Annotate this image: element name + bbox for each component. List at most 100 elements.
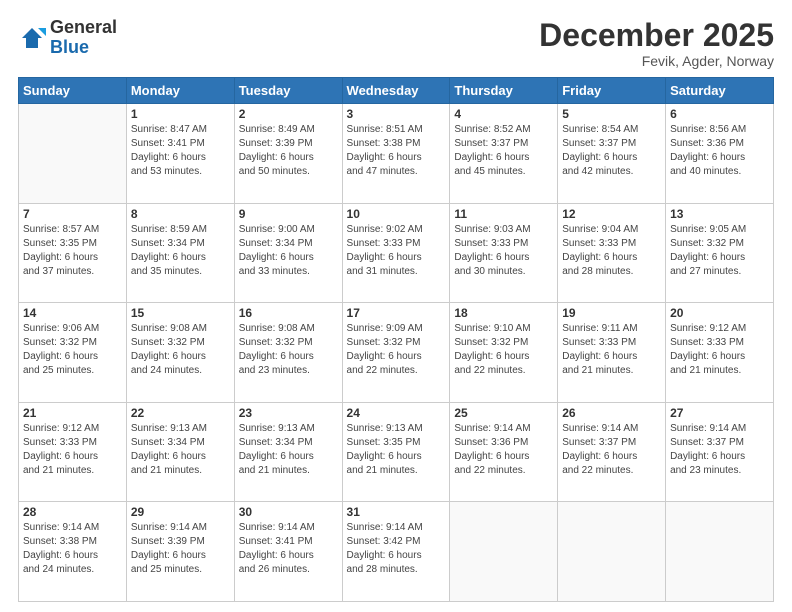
day-number: 22 (131, 406, 230, 420)
day-number: 23 (239, 406, 338, 420)
calendar-cell: 13 Sunrise: 9:05 AM Sunset: 3:32 PM Dayli… (666, 203, 774, 303)
day-info: Sunrise: 9:05 AM Sunset: 3:32 PM Dayligh… (670, 223, 769, 279)
location: Fevik, Agder, Norway (539, 53, 774, 69)
calendar-cell (666, 502, 774, 602)
calendar-cell: 25 Sunrise: 9:14 AM Sunset: 3:36 PM Dayli… (450, 402, 558, 502)
calendar-week-row: 28 Sunrise: 9:14 AM Sunset: 3:38 PM Dayli… (19, 502, 774, 602)
calendar-cell: 18 Sunrise: 9:10 AM Sunset: 3:32 PM Dayli… (450, 303, 558, 403)
day-info: Sunrise: 9:00 AM Sunset: 3:34 PM Dayligh… (239, 223, 338, 279)
calendar-cell: 26 Sunrise: 9:14 AM Sunset: 3:37 PM Dayli… (558, 402, 666, 502)
day-info: Sunrise: 9:10 AM Sunset: 3:32 PM Dayligh… (454, 322, 553, 378)
calendar-cell: 11Sunrise: 9:03 AM Sunset: 3:33 PM Dayli… (450, 203, 558, 303)
calendar-cell: 14 Sunrise: 9:06 AM Sunset: 3:32 PM Dayli… (19, 303, 127, 403)
day-number: 21 (23, 406, 122, 420)
calendar-cell: 23 Sunrise: 9:13 AM Sunset: 3:34 PM Dayli… (234, 402, 342, 502)
day-info: Sunrise: 9:06 AM Sunset: 3:32 PM Dayligh… (23, 322, 122, 378)
header: General Blue December 2025 Fevik, Agder,… (18, 18, 774, 69)
day-number: 15 (131, 306, 230, 320)
calendar-table: Sunday Monday Tuesday Wednesday Thursday… (18, 77, 774, 602)
day-info: Sunrise: 9:08 AM Sunset: 3:32 PM Dayligh… (239, 322, 338, 378)
day-info: Sunrise: 9:08 AM Sunset: 3:32 PM Dayligh… (131, 322, 230, 378)
calendar-cell: 6Sunrise: 8:56 AM Sunset: 3:36 PM Daylig… (666, 104, 774, 204)
day-info: Sunrise: 9:14 AM Sunset: 3:39 PM Dayligh… (131, 521, 230, 577)
col-wednesday: Wednesday (342, 78, 450, 104)
calendar-cell: 3 Sunrise: 8:51 AM Sunset: 3:38 PM Daylig… (342, 104, 450, 204)
day-info: Sunrise: 9:12 AM Sunset: 3:33 PM Dayligh… (23, 422, 122, 478)
logo-text-general: General (50, 18, 117, 38)
day-info: Sunrise: 8:52 AM Sunset: 3:37 PM Dayligh… (454, 123, 553, 179)
day-info: Sunrise: 9:11 AM Sunset: 3:33 PM Dayligh… (562, 322, 661, 378)
calendar-cell: 4 Sunrise: 8:52 AM Sunset: 3:37 PM Daylig… (450, 104, 558, 204)
calendar-cell: 17 Sunrise: 9:09 AM Sunset: 3:32 PM Dayli… (342, 303, 450, 403)
day-number: 24 (347, 406, 446, 420)
day-info: Sunrise: 9:14 AM Sunset: 3:38 PM Dayligh… (23, 521, 122, 577)
day-number: 25 (454, 406, 553, 420)
calendar-cell: 5 Sunrise: 8:54 AM Sunset: 3:37 PM Daylig… (558, 104, 666, 204)
day-number: 4 (454, 107, 553, 121)
col-monday: Monday (126, 78, 234, 104)
day-number: 7 (23, 207, 122, 221)
day-number: 26 (562, 406, 661, 420)
calendar-cell: 30 Sunrise: 9:14 AM Sunset: 3:41 PM Dayli… (234, 502, 342, 602)
day-number: 31 (347, 505, 446, 519)
col-friday: Friday (558, 78, 666, 104)
day-info: Sunrise: 9:14 AM Sunset: 3:37 PM Dayligh… (562, 422, 661, 478)
calendar-cell: 8Sunrise: 8:59 AM Sunset: 3:34 PM Daylig… (126, 203, 234, 303)
day-number: 2 (239, 107, 338, 121)
day-number: 8 (131, 207, 230, 221)
calendar-cell: 9 Sunrise: 9:00 AM Sunset: 3:34 PM Daylig… (234, 203, 342, 303)
day-info: Sunrise: 8:49 AM Sunset: 3:39 PM Dayligh… (239, 123, 338, 179)
calendar-cell (19, 104, 127, 204)
calendar-cell: 1Sunrise: 8:47 AM Sunset: 3:41 PM Daylig… (126, 104, 234, 204)
calendar-header-row: Sunday Monday Tuesday Wednesday Thursday… (19, 78, 774, 104)
day-number: 28 (23, 505, 122, 519)
calendar-week-row: 21 Sunrise: 9:12 AM Sunset: 3:33 PM Dayli… (19, 402, 774, 502)
calendar-cell: 10 Sunrise: 9:02 AM Sunset: 3:33 PM Dayli… (342, 203, 450, 303)
calendar-week-row: 7 Sunrise: 8:57 AM Sunset: 3:35 PM Daylig… (19, 203, 774, 303)
day-number: 10 (347, 207, 446, 221)
day-number: 17 (347, 306, 446, 320)
day-number: 9 (239, 207, 338, 221)
calendar-cell: 28 Sunrise: 9:14 AM Sunset: 3:38 PM Dayli… (19, 502, 127, 602)
title-block: December 2025 Fevik, Agder, Norway (539, 18, 774, 69)
day-info: Sunrise: 9:14 AM Sunset: 3:42 PM Dayligh… (347, 521, 446, 577)
day-info: Sunrise: 9:02 AM Sunset: 3:33 PM Dayligh… (347, 223, 446, 279)
day-number: 20 (670, 306, 769, 320)
calendar-cell: 21 Sunrise: 9:12 AM Sunset: 3:33 PM Dayli… (19, 402, 127, 502)
calendar-cell: 12Sunrise: 9:04 AM Sunset: 3:33 PM Dayli… (558, 203, 666, 303)
logo: General Blue (18, 18, 117, 58)
day-info: Sunrise: 8:54 AM Sunset: 3:37 PM Dayligh… (562, 123, 661, 179)
day-number: 11 (454, 207, 553, 221)
calendar-cell: 15 Sunrise: 9:08 AM Sunset: 3:32 PM Dayli… (126, 303, 234, 403)
day-info: Sunrise: 9:04 AM Sunset: 3:33 PM Dayligh… (562, 223, 661, 279)
day-info: Sunrise: 9:13 AM Sunset: 3:34 PM Dayligh… (239, 422, 338, 478)
calendar-week-row: 1Sunrise: 8:47 AM Sunset: 3:41 PM Daylig… (19, 104, 774, 204)
day-info: Sunrise: 8:57 AM Sunset: 3:35 PM Dayligh… (23, 223, 122, 279)
day-info: Sunrise: 9:14 AM Sunset: 3:41 PM Dayligh… (239, 521, 338, 577)
day-number: 5 (562, 107, 661, 121)
col-tuesday: Tuesday (234, 78, 342, 104)
day-number: 3 (347, 107, 446, 121)
calendar-cell: 29 Sunrise: 9:14 AM Sunset: 3:39 PM Dayli… (126, 502, 234, 602)
calendar-cell: 19Sunrise: 9:11 AM Sunset: 3:33 PM Dayli… (558, 303, 666, 403)
day-number: 14 (23, 306, 122, 320)
day-info: Sunrise: 9:09 AM Sunset: 3:32 PM Dayligh… (347, 322, 446, 378)
day-info: Sunrise: 9:14 AM Sunset: 3:36 PM Dayligh… (454, 422, 553, 478)
day-info: Sunrise: 8:47 AM Sunset: 3:41 PM Dayligh… (131, 123, 230, 179)
col-sunday: Sunday (19, 78, 127, 104)
day-number: 30 (239, 505, 338, 519)
day-number: 29 (131, 505, 230, 519)
calendar-cell: 7 Sunrise: 8:57 AM Sunset: 3:35 PM Daylig… (19, 203, 127, 303)
day-info: Sunrise: 8:56 AM Sunset: 3:36 PM Dayligh… (670, 123, 769, 179)
calendar-cell (450, 502, 558, 602)
day-info: Sunrise: 9:13 AM Sunset: 3:34 PM Dayligh… (131, 422, 230, 478)
day-info: Sunrise: 8:51 AM Sunset: 3:38 PM Dayligh… (347, 123, 446, 179)
day-number: 27 (670, 406, 769, 420)
day-number: 13 (670, 207, 769, 221)
col-thursday: Thursday (450, 78, 558, 104)
calendar-cell: 16Sunrise: 9:08 AM Sunset: 3:32 PM Dayli… (234, 303, 342, 403)
calendar-cell (558, 502, 666, 602)
page: General Blue December 2025 Fevik, Agder,… (0, 0, 792, 612)
calendar-cell: 31 Sunrise: 9:14 AM Sunset: 3:42 PM Dayli… (342, 502, 450, 602)
day-number: 18 (454, 306, 553, 320)
